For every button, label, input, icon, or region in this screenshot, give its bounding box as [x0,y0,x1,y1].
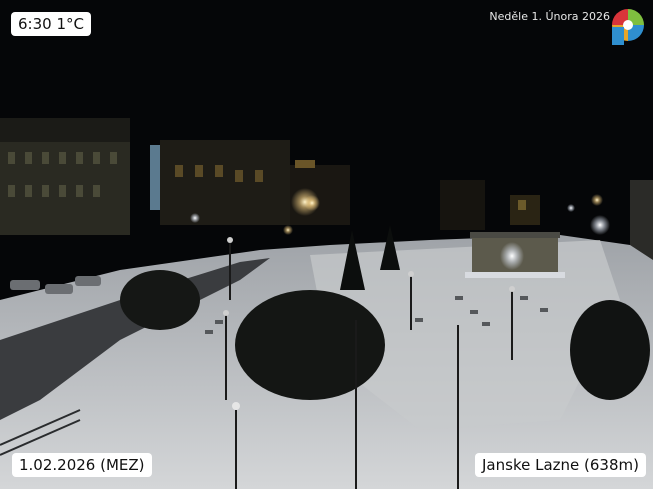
time-temperature-label: 6:30 1°C [11,12,91,36]
webcam-frame: 6:30 1°C Neděle 1. Února 2026 1.02.2026 … [0,0,653,489]
webcam-logo-icon [612,9,644,45]
pavilion [465,232,565,278]
date-mez-label: 1.02.2026 (MEZ) [12,453,152,477]
date-top-label: Neděle 1. Února 2026 [489,10,610,23]
webcam-image [0,0,653,489]
location-label: Janske Lazne (638m) [475,453,646,477]
